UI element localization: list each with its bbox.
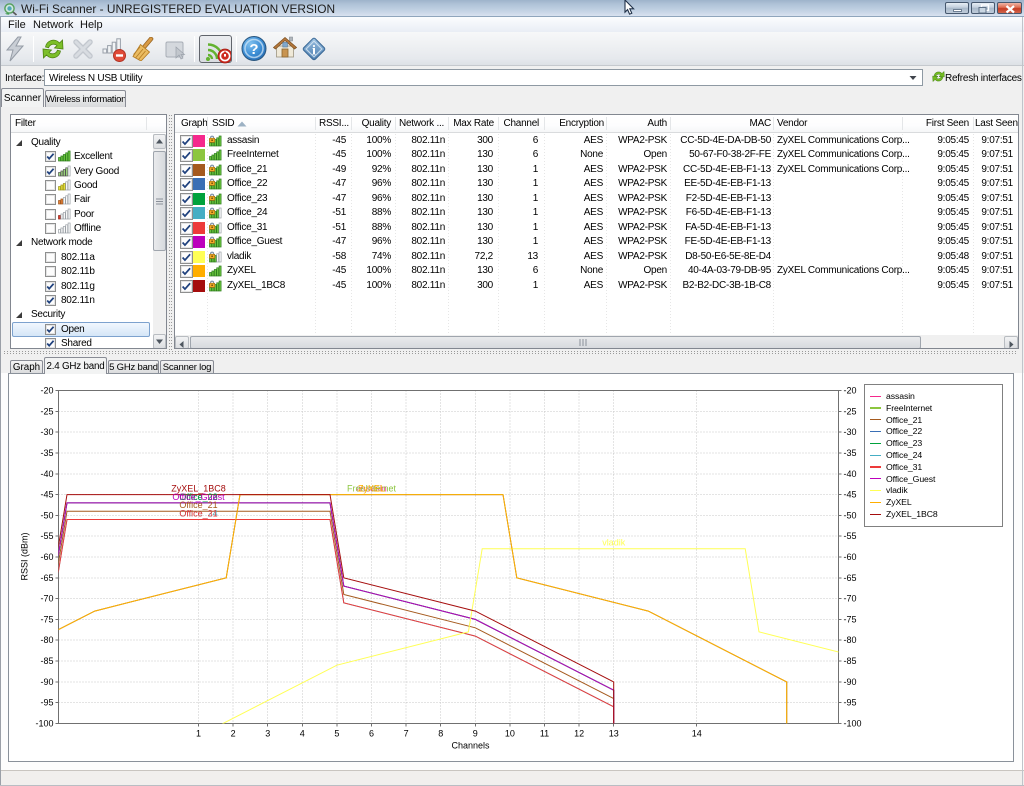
svg-text:-70: -70: [844, 594, 857, 604]
svg-text:-30: -30: [40, 427, 53, 437]
svg-text:-45: -45: [40, 490, 53, 500]
svg-text:-25: -25: [844, 406, 857, 416]
svg-text:4: 4: [300, 729, 305, 739]
svg-text:-70: -70: [40, 594, 53, 604]
svg-text:-65: -65: [844, 573, 857, 583]
svg-text:8: 8: [438, 729, 443, 739]
svg-text:Channels: Channels: [451, 741, 490, 751]
svg-text:ZyXEL: ZyXEL: [358, 484, 385, 494]
svg-text:-60: -60: [40, 552, 53, 562]
svg-text:?: ?: [249, 41, 258, 58]
svg-text:-65: -65: [40, 573, 53, 583]
svg-text:-90: -90: [40, 677, 53, 687]
svg-text:Office_31: Office_31: [179, 509, 217, 519]
svg-text:-95: -95: [40, 698, 53, 708]
svg-text:-35: -35: [40, 448, 53, 458]
svg-text:-100: -100: [35, 719, 53, 729]
svg-text:-25: -25: [40, 406, 53, 416]
svg-text:10: 10: [505, 729, 515, 739]
svg-text:-35: -35: [844, 448, 857, 458]
svg-text:-100: -100: [844, 719, 862, 729]
svg-text:i: i: [312, 44, 316, 59]
svg-text:-55: -55: [40, 531, 53, 541]
svg-text:-95: -95: [844, 698, 857, 708]
svg-text:-85: -85: [40, 656, 53, 666]
svg-text:-50: -50: [40, 510, 53, 520]
svg-text:-20: -20: [844, 386, 857, 396]
svg-text:13: 13: [609, 729, 619, 739]
svg-text:-20: -20: [40, 386, 53, 396]
svg-text:-90: -90: [844, 677, 857, 687]
svg-text:-80: -80: [844, 635, 857, 645]
svg-text:-60: -60: [844, 552, 857, 562]
svg-text:14: 14: [692, 729, 702, 739]
svg-text:9: 9: [473, 729, 478, 739]
svg-text:-50: -50: [844, 510, 857, 520]
svg-text:2: 2: [231, 729, 236, 739]
svg-text:6: 6: [369, 729, 374, 739]
svg-text:1: 1: [196, 729, 201, 739]
svg-text:-85: -85: [844, 656, 857, 666]
svg-text:-80: -80: [40, 635, 53, 645]
svg-text:-40: -40: [844, 469, 857, 479]
svg-text:3: 3: [265, 729, 270, 739]
svg-text:-40: -40: [40, 469, 53, 479]
svg-text:-30: -30: [844, 427, 857, 437]
svg-text:-45: -45: [844, 490, 857, 500]
svg-text:ZyXEL_1BC8: ZyXEL_1BC8: [171, 484, 226, 494]
svg-text:7: 7: [404, 729, 409, 739]
svg-text:vladik: vladik: [602, 538, 626, 548]
svg-text:-75: -75: [844, 614, 857, 624]
svg-text:11: 11: [540, 729, 549, 739]
svg-text:12: 12: [574, 729, 584, 739]
svg-text:5: 5: [334, 729, 339, 739]
svg-text:RSSI (dBm): RSSI (dBm): [20, 532, 30, 580]
svg-text:-75: -75: [40, 614, 53, 624]
svg-text:-55: -55: [844, 531, 857, 541]
